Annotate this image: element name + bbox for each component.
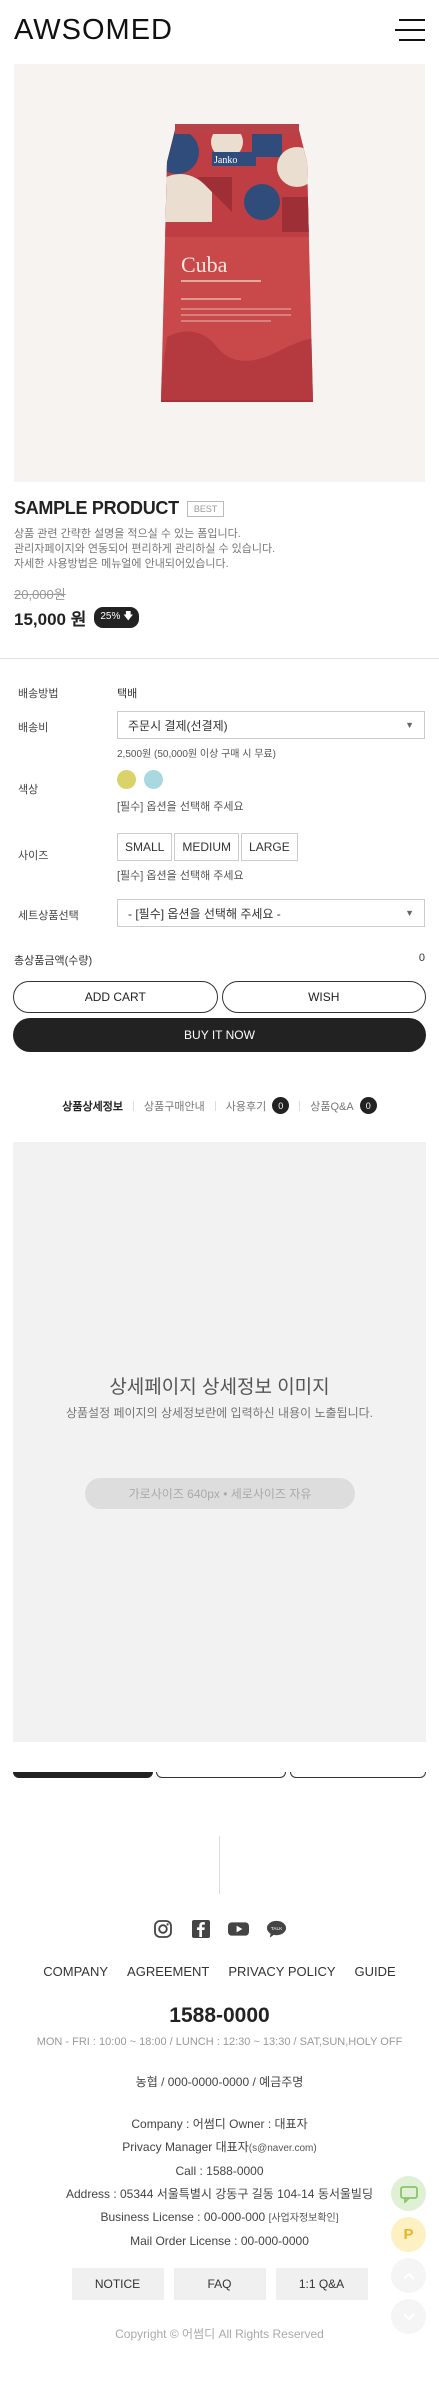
detail-image-placeholder: 상세페이지 상세정보 이미지 상품설정 페이지의 상세정보란에 입력하신 내용이… [13,1142,426,1742]
size-label: 사이즈 [18,850,49,862]
shipping-method-label: 배송방법 [18,688,59,700]
tab-qna[interactable]: 상품Q&A 0 [300,1097,386,1114]
business-info-check-link[interactable]: [사업자정보확인] [269,2213,339,2224]
product-description: 상품 관련 간략한 설명을 적으실 수 있는 폼입니다. 관리자페이지와 연동되… [14,528,276,570]
arrow-down-icon: 🡇 [123,611,134,622]
tab-purchase-guide[interactable]: 상품구매안내 [134,1098,215,1114]
tab-label: 상품상세정보 [62,1100,124,1113]
review-count-badge: 0 [272,1097,290,1114]
footer-link-agreement[interactable]: AGREEMENT [127,1964,209,1979]
wish-button[interactable]: WISH [221,981,426,1013]
company-owner: Company : 어썸디 Owner : 대표자 [131,2117,308,2131]
detail-title: 상세페이지 상세정보 이미지 [109,1377,330,1398]
cs-phone[interactable]: 1588-0000 [0,2004,439,2028]
talk-icon-text: TALK [271,1925,283,1931]
footer-divider-line [219,1836,220,1894]
size-option-small[interactable]: SMALL [117,833,173,861]
bag-brand: Janko [214,155,237,166]
total-price-label: 총상품금액(수량) [14,955,93,967]
copyright: Copyright © 어썸디 All Rights Reserved [115,2327,324,2341]
faq-button[interactable]: FAQ [173,2268,266,2300]
chevron-down-icon: ▼ [405,720,414,730]
sale-price: 15,000 원 [14,610,87,629]
site-logo[interactable]: AWSOMED [14,14,173,47]
cs-hours: MON - FRI : 10:00 ~ 18:00 / LUNCH : 12:3… [36,2036,403,2048]
shipping-method-value: 택배 [117,688,138,700]
shipping-fee-note: 2,500원 (50,000원 이상 구매 시 무료) [117,749,276,760]
discount-badge: 25% 🡇 [94,607,140,628]
qna-count-badge: 0 [359,1097,377,1114]
detail-size-note: 가로사이즈 640px • 세로사이즈 자유 [85,1478,355,1509]
sticky-bar-peek [13,1772,153,1778]
bag-product-name: Cuba [181,252,228,277]
sticky-bar-peek [290,1772,426,1778]
detail-subtitle: 상품설정 페이지의 상세정보란에 입력하신 내용이 노출됩니다. [65,1406,374,1420]
talk-icon[interactable]: TALK [266,1918,287,1939]
chevron-down-icon: ▼ [405,908,414,918]
product-options: 배송방법 택배 배송비 주문시 결제(선결제) ▼ 2,500원 (50,000… [0,681,439,939]
color-label: 색상 [18,784,39,796]
color-required-hint: [필수] 옵션을 선택해 주세요 [117,801,244,813]
bank-account: 농협 / 000-0000-0000 / 예금주명 [135,2075,304,2089]
add-cart-button[interactable]: ADD CART [13,981,218,1013]
instagram-icon[interactable] [152,1918,173,1939]
company-info: Company : 어썸디 Owner : 대표자 Privacy Manage… [0,2113,439,2253]
facebook-icon[interactable] [190,1918,211,1939]
original-price: 20,000원 [14,587,66,602]
shipping-fee-selected: 주문시 결제(선결제) [128,718,228,733]
point-icon[interactable]: P [391,2217,426,2252]
footer-link-guide[interactable]: GUIDE [355,1964,396,1979]
coffee-bag-image: Janko Cuba [161,124,313,402]
hamburger-icon[interactable] [395,19,425,41]
product-info: SAMPLE PRODUCT BEST 상품 관련 간략한 설명을 적으실 수 … [0,498,439,630]
set-product-selected: - [필수] 옵션을 선택해 주세요 - [128,906,281,921]
social-links: TALK [0,1918,439,1939]
cart-actions: ADD CART WISH [0,981,439,1013]
product-image: Janko Cuba [14,64,425,482]
divider [0,658,439,659]
total-price-value: 0 [418,952,425,964]
total-price-row: 총상품금액(수량) 0 [0,952,439,968]
tab-label: 상품구매안내 [144,1100,205,1113]
privacy-manager: Privacy Manager 대표자 [122,2140,249,2154]
tab-product-detail[interactable]: 상품상세정보 [52,1098,133,1114]
tab-label: 사용후기 [225,1100,267,1113]
footer-buttons: NOTICE FAQ 1:1 Q&A [0,2268,439,2300]
tab-label: 상품Q&A [310,1100,354,1113]
youtube-icon[interactable] [228,1918,249,1939]
color-swatch-yellow[interactable] [117,770,136,789]
talk-chat-icon[interactable] [391,2176,426,2211]
qna-button[interactable]: 1:1 Q&A [275,2268,368,2300]
company-address: Address : 05344 서울특별시 강동구 길동 104-14 동서울빌… [65,2187,374,2201]
footer-nav: COMPANY AGREEMENT PRIVACY POLICY GUIDE [0,1964,439,1979]
size-option-medium[interactable]: MEDIUM [174,833,240,861]
best-badge: BEST [186,500,225,517]
business-license: Business License : 00-000-000 [100,2210,266,2224]
footer-link-privacy[interactable]: PRIVACY POLICY [228,1964,335,1979]
scroll-top-icon[interactable] [391,2258,426,2293]
color-swatch-blue[interactable] [144,770,164,789]
notice-button[interactable]: NOTICE [71,2268,164,2300]
set-product-label: 세트상품선택 [18,910,79,922]
discount-rate: 25% [100,611,121,622]
shipping-fee-label: 배송비 [18,722,49,734]
product-title: SAMPLE PRODUCT [14,498,179,518]
buy-now-button[interactable]: BUY IT NOW [13,1018,426,1052]
sticky-bar-peek [156,1772,286,1778]
privacy-email[interactable]: (s@naver.com) [249,2143,317,2154]
mail-order-license: Mail Order License : 00-000-0000 [130,2234,309,2248]
detail-tabs: 상품상세정보 상품구매안내 사용후기 0 상품Q&A 0 [0,1097,439,1114]
scroll-bottom-icon[interactable] [391,2299,426,2334]
site-header: AWSOMED [0,0,439,60]
size-required-hint: [필수] 옵션을 선택해 주세요 [117,870,244,882]
point-icon-label: P [403,2226,414,2243]
shipping-fee-select[interactable]: 주문시 결제(선결제) ▼ [117,711,425,739]
company-call: Call : 1588-0000 [175,2164,264,2178]
tab-reviews[interactable]: 사용후기 0 [216,1097,299,1114]
size-option-large[interactable]: LARGE [241,833,298,861]
set-product-select[interactable]: - [필수] 옵션을 선택해 주세요 - ▼ [117,899,425,927]
footer-link-company[interactable]: COMPANY [43,1964,108,1979]
